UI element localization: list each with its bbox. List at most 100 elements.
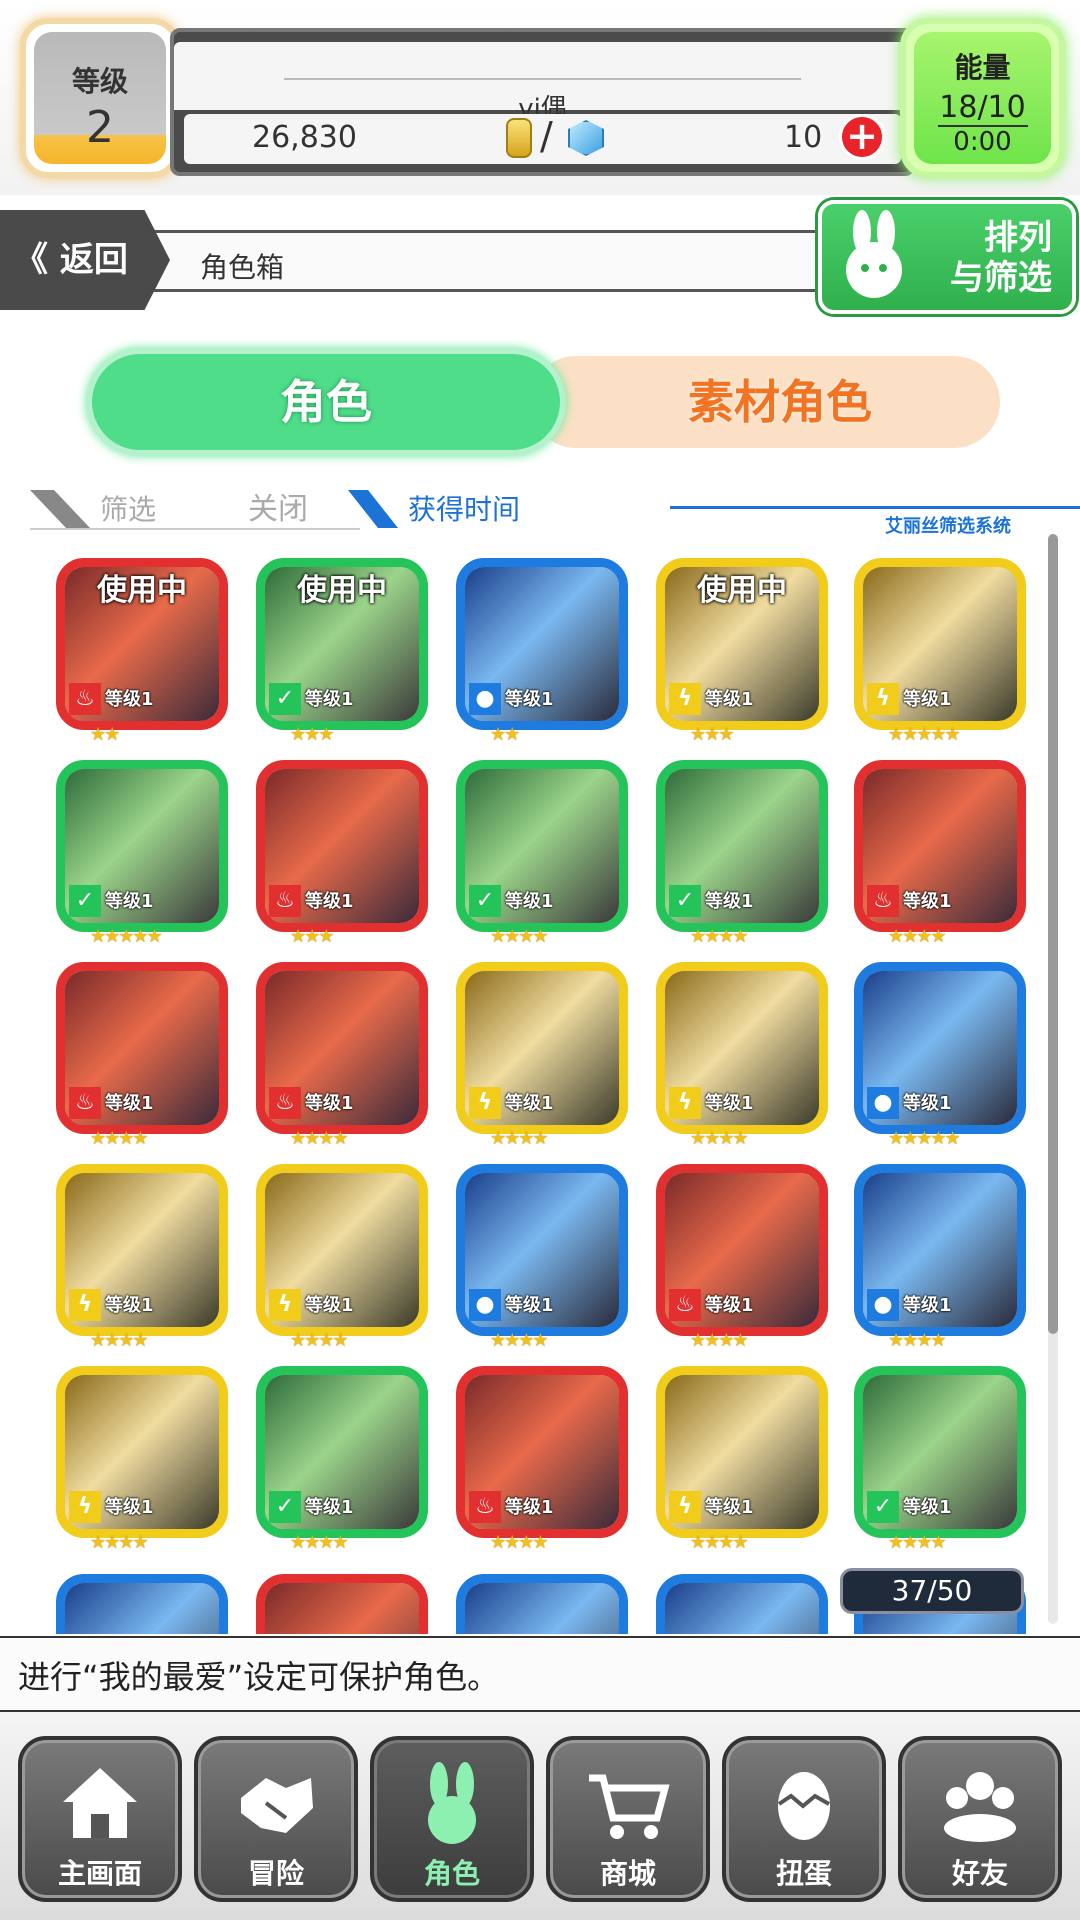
character-level: 等级1 — [305, 1093, 354, 1114]
character-level: 等级1 — [305, 891, 354, 912]
nav-label: 商城 — [599, 1857, 656, 1890]
star-rating: ★★★★ — [490, 1532, 549, 1553]
back-button[interactable]: 《 返回 — [0, 210, 170, 310]
drop-icon: ● — [867, 1289, 899, 1321]
level-label: 等级 — [71, 65, 128, 98]
flame-icon: ♨ — [669, 1289, 701, 1321]
star-rating: ★★★ — [290, 926, 334, 947]
character-card[interactable]: ♨ 等级1 — [56, 962, 228, 1134]
character-card[interactable]: ● 等级1 — [854, 1164, 1026, 1336]
add-gems-button[interactable]: + — [839, 114, 885, 160]
character-card[interactable]: ϟ 等级1 — [456, 962, 628, 1134]
currency-separator: / — [540, 114, 553, 158]
character-level: 等级1 — [305, 1497, 354, 1518]
coin-icon — [506, 118, 532, 158]
leaf-icon: ✓ — [867, 1491, 899, 1523]
gem-count: 10 — [784, 120, 823, 155]
system-underline — [670, 506, 1080, 509]
star-rating: ★★★★★ — [888, 724, 961, 745]
lightning-icon: ϟ — [469, 1087, 501, 1119]
character-card[interactable]: ✓ 等级1 — [56, 760, 228, 932]
bottom-nav: 主画面 冒险 角色 商城 扭蛋 好友 — [0, 1712, 1080, 1920]
character-portrait — [265, 1583, 419, 1634]
character-card[interactable]: ♨ 等级1 — [256, 760, 428, 932]
drop-icon: ● — [469, 683, 501, 715]
character-card[interactable]: ϟ 等级1 — [56, 1366, 228, 1538]
nav-label: 冒险 — [247, 1857, 304, 1890]
nav-button-handshake[interactable]: 冒险 — [194, 1736, 358, 1902]
in-use-label: 使用中 — [297, 573, 387, 608]
star-rating: ★★★ — [690, 724, 734, 745]
star-rating: ★★ — [490, 724, 520, 745]
character-card[interactable]: ● 等级1 — [456, 1164, 628, 1336]
star-rating: ★★★★ — [490, 1128, 549, 1149]
character-card[interactable]: 使用中 ♨ 等级1 — [56, 558, 228, 730]
character-level: 等级1 — [305, 689, 354, 710]
handshake-icon — [241, 1778, 313, 1833]
nav-button-cart[interactable]: 商城 — [546, 1736, 710, 1902]
star-rating: ★★★★ — [888, 1330, 947, 1351]
star-rating: ★★★★ — [888, 926, 947, 947]
character-card[interactable] — [456, 1574, 628, 1634]
character-card[interactable]: ♨ 等级1 — [456, 1366, 628, 1538]
star-rating: ★★ — [90, 724, 120, 745]
leaf-icon: ✓ — [269, 1491, 301, 1523]
character-card[interactable]: ♨ 等级1 — [656, 1164, 828, 1336]
sort-filter-button[interactable]: 排列 与筛选 — [818, 200, 1076, 314]
character-level: 等级1 — [505, 1093, 554, 1114]
in-use-label: 使用中 — [97, 573, 187, 608]
flame-icon: ♨ — [69, 1087, 101, 1119]
character-card[interactable]: ♨ 等级1 — [854, 760, 1026, 932]
star-rating: ★★★★ — [90, 1532, 149, 1553]
energy-timer: 0:00 — [953, 127, 1012, 157]
nav-row: 《 返回 角色箱 排列 与筛选 — [0, 200, 1080, 314]
character-level: 等级1 — [903, 1093, 952, 1114]
nav-button-friends[interactable]: 好友 — [898, 1736, 1062, 1902]
character-card[interactable]: ✓ 等级1 — [854, 1366, 1026, 1538]
character-level: 等级1 — [705, 689, 754, 710]
character-card[interactable]: ● 等级1 — [456, 558, 628, 730]
character-card[interactable]: ● 等级1 — [854, 962, 1026, 1134]
character-card[interactable]: ϟ 等级1 — [256, 1164, 428, 1336]
leaf-icon: ✓ — [69, 885, 101, 917]
sort-order-label[interactable]: 获得时间 — [408, 488, 520, 528]
drop-icon: ● — [867, 1087, 899, 1119]
character-card[interactable]: ♨ 等级1 — [256, 962, 428, 1134]
character-count-badge: 37/50 — [840, 1568, 1024, 1614]
nav-button-bunny[interactable]: 角色 — [370, 1736, 534, 1902]
currency-area: 26,830 / 10 + — [184, 114, 901, 164]
character-card[interactable] — [256, 1574, 428, 1634]
filter-label[interactable]: 筛选 — [100, 488, 156, 528]
star-rating: ★★★★ — [490, 926, 549, 947]
flame-icon: ♨ — [69, 683, 101, 715]
character-card[interactable] — [656, 1574, 828, 1634]
nav-button-egg[interactable]: 扭蛋 — [722, 1736, 886, 1902]
star-rating: ★★★★ — [290, 1330, 349, 1351]
name-divider — [284, 78, 801, 80]
character-card[interactable]: ϟ 等级1 — [656, 1366, 828, 1538]
character-card[interactable]: ✓ 等级1 — [656, 760, 828, 932]
lightning-icon: ϟ — [867, 683, 899, 715]
cart-icon — [589, 1774, 670, 1839]
filter-state[interactable]: 关闭 — [248, 484, 308, 528]
nav-button-home[interactable]: 主画面 — [18, 1736, 182, 1902]
character-level: 等级1 — [105, 1295, 154, 1316]
character-card[interactable]: ϟ 等级1 — [56, 1164, 228, 1336]
character-card[interactable] — [56, 1574, 228, 1634]
lightning-icon: ϟ — [69, 1289, 101, 1321]
character-card[interactable]: ✓ 等级1 — [256, 1366, 428, 1538]
tab-characters[interactable]: 角色 — [86, 348, 566, 456]
character-card[interactable]: ϟ 等级1 — [656, 962, 828, 1134]
back-label: 返回 — [59, 240, 128, 280]
tab-materials[interactable]: 素材角色 — [530, 356, 1000, 448]
character-level: 等级1 — [705, 1295, 754, 1316]
in-use-label: 使用中 — [697, 573, 787, 608]
character-card[interactable]: ϟ 等级1 — [854, 558, 1026, 730]
character-card[interactable]: ✓ 等级1 — [456, 760, 628, 932]
bunny-icon — [428, 1762, 476, 1844]
character-card[interactable]: 使用中 ϟ 等级1 — [656, 558, 828, 730]
character-card[interactable]: 使用中 ✓ 等级1 — [256, 558, 428, 730]
gem-icon — [568, 120, 604, 156]
star-rating: ★★★★ — [490, 1330, 549, 1351]
character-level: 等级1 — [505, 1497, 554, 1518]
